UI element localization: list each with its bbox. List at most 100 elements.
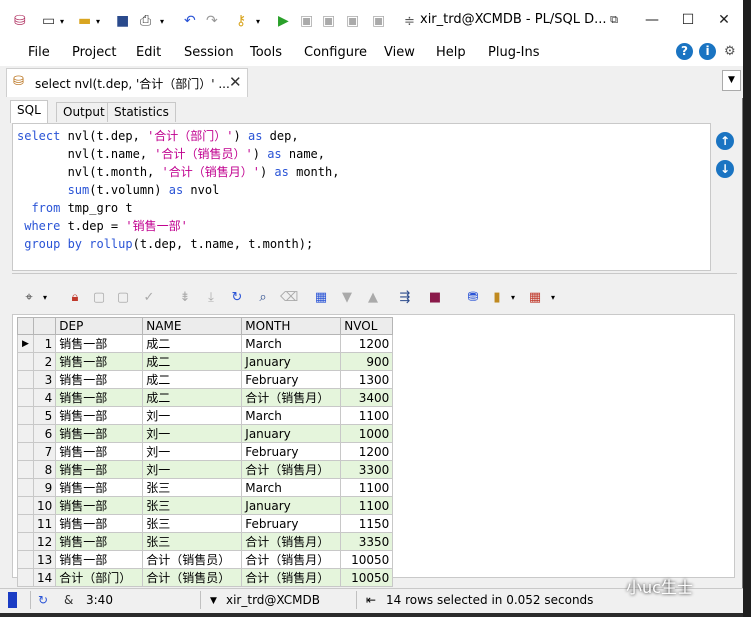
cell-month[interactable]: 合计（销售月） [241,460,342,479]
new-file-icon[interactable]: ▭ [42,12,55,30]
info-icon[interactable]: i [699,43,716,60]
sql-window-tab[interactable]: ⛁ select nvl(t.dep, '合计（部门）' ... ✕ [6,68,248,97]
cell-name[interactable]: 张三 [142,478,243,497]
cell-nvol[interactable]: 10050 [340,550,394,569]
cell-nvol[interactable]: 3350 [340,532,394,551]
cell-nvol[interactable]: 3300 [340,460,394,479]
table-row[interactable]: 12 销售一部 张三 合计（销售月） 3350 [17,532,394,551]
print-dropdown-icon[interactable]: ▾ [160,12,164,30]
menu-view[interactable]: View [384,45,415,60]
table-view-icon[interactable]: ▦ [526,289,544,307]
cell-month[interactable]: 合计（销售月） [241,388,342,407]
print-icon[interactable]: ⎙ [140,12,151,30]
tab-output[interactable]: Output [56,102,112,122]
cell-dep[interactable]: 销售一部 [55,334,144,353]
cell-month[interactable]: 合计（销售月） [241,568,342,587]
table-row[interactable]: 5 销售一部 刘一 March 1100 [17,406,394,425]
cell-name[interactable]: 成二 [142,370,243,389]
tab-sql[interactable]: SQL [10,100,48,123]
cell-nvol[interactable]: 1150 [340,514,394,533]
commit-icon[interactable]: ▣ [346,12,359,30]
table-row[interactable]: 2 销售一部 成二 January 900 [17,352,394,371]
column-header-nvol[interactable]: NVOL [340,317,394,335]
cell-month[interactable]: January [241,424,342,443]
query-by-example-icon[interactable]: ▦ [312,289,330,307]
customize-toolbar-icon[interactable]: ≑ [404,12,415,30]
previous-record-icon[interactable]: ▼ [338,289,356,307]
connection-dropdown-icon[interactable]: ▼ [210,596,217,606]
scroll-down-icon[interactable]: ↓ [716,160,734,178]
redo-icon[interactable]: ↷ [206,12,218,30]
cell-dep[interactable]: 销售一部 [55,514,144,533]
tab-statistics[interactable]: Statistics [107,102,176,122]
undo-icon[interactable]: ↶ [184,12,196,30]
table-row[interactable]: 6 销售一部 刘一 January 1000 [17,424,394,443]
menu-session[interactable]: Session [184,45,234,60]
cell-dep[interactable]: 销售一部 [55,442,144,461]
cell-month[interactable]: 合计（销售月） [241,550,342,569]
cell-name[interactable]: 成二 [142,388,243,407]
sql-text[interactable]: select nvl(t.dep, '合计（部门）') as dep, nvl(… [13,124,710,253]
scroll-up-icon[interactable]: ↑ [716,132,734,150]
cell-month[interactable]: 合计（销售月） [241,532,342,551]
cell-month[interactable]: February [241,370,342,389]
results-grid[interactable]: DEP NAME MONTH NVOL ▶ 1 销售一部 成二 March 1200 2 销售… [12,314,735,587]
cell-dep[interactable]: 销售一部 [55,460,144,479]
cell-dep[interactable]: 销售一部 [55,370,144,389]
cell-name[interactable]: 成二 [142,352,243,371]
minimize-button[interactable]: — [640,10,664,30]
column-header-dep[interactable]: DEP [55,317,144,335]
plugin-gear-icon[interactable]: ⚙ [724,44,736,59]
cell-month[interactable]: February [241,514,342,533]
new-dropdown-icon[interactable]: ▾ [60,12,64,30]
save-icon[interactable]: ■ [116,12,129,30]
lock-icon[interactable]: 🔒︎ [66,289,84,307]
export-icon[interactable]: ⛃ [464,289,482,307]
menu-edit[interactable]: Edit [136,45,161,60]
cell-name[interactable]: 张三 [142,496,243,515]
cell-dep[interactable]: 销售一部 [55,388,144,407]
table-row[interactable]: 9 销售一部 张三 March 1100 [17,478,394,497]
table-row[interactable]: ▶ 1 销售一部 成二 March 1200 [17,334,394,353]
cell-month[interactable]: January [241,352,342,371]
insert-record-icon[interactable]: ▢ [90,289,108,307]
table-row[interactable]: 13 销售一部 合计（销售员） 合计（销售月） 10050 [17,550,394,569]
menu-plugins[interactable]: Plug-Ins [488,45,539,60]
refresh-icon[interactable]: ↻ [228,289,246,307]
key-dropdown-icon[interactable]: ▾ [256,12,260,30]
table-row[interactable]: 3 销售一部 成二 February 1300 [17,370,394,389]
cell-name[interactable]: 合计（销售员） [142,568,243,587]
table-row[interactable]: 7 销售一部 刘一 February 1200 [17,442,394,461]
cell-name[interactable]: 刘一 [142,442,243,461]
find-icon[interactable]: ⌕ [254,289,272,307]
cell-month[interactable]: March [241,406,342,425]
cell-nvol[interactable]: 1100 [340,478,394,497]
cell-dep[interactable]: 合计（部门） [55,568,144,587]
menu-help[interactable]: Help [436,45,466,60]
cell-dep[interactable]: 销售一部 [55,496,144,515]
post-changes-icon[interactable]: ✓ [140,289,158,307]
grid-options-dropdown-icon[interactable]: ▾ [36,289,54,307]
cell-dep[interactable]: 销售一部 [55,352,144,371]
menu-project[interactable]: Project [72,45,116,60]
cell-dep[interactable]: 销售一部 [55,424,144,443]
execute-icon[interactable]: ▶ [278,12,289,30]
menu-tools[interactable]: Tools [250,45,282,60]
close-tab-icon[interactable]: ✕ [229,73,242,91]
cell-nvol[interactable]: 1100 [340,406,394,425]
tab-list-dropdown-icon[interactable]: ▼ [722,70,741,91]
table-row[interactable]: 10 销售一部 张三 January 1100 [17,496,394,515]
table-row[interactable]: 14 合计（部门） 合计（销售员） 合计（销售月） 10050 [17,568,394,587]
last-page-icon[interactable]: ⤓ [202,289,220,307]
key-icon[interactable]: ⚷ [236,12,246,30]
close-window-button[interactable]: ✕ [712,10,736,30]
menu-configure[interactable]: Configure [304,45,367,60]
menu-file[interactable]: File [28,45,50,60]
break-icon[interactable]: ▣ [300,12,313,30]
cell-nvol[interactable]: 10050 [340,568,394,587]
chart-dropdown-icon[interactable]: ▾ [504,289,522,307]
cell-dep[interactable]: 销售一部 [55,532,144,551]
open-folder-icon[interactable]: ▬ [78,12,91,30]
next-page-icon[interactable]: ⇟ [176,289,194,307]
cell-month[interactable]: February [241,442,342,461]
